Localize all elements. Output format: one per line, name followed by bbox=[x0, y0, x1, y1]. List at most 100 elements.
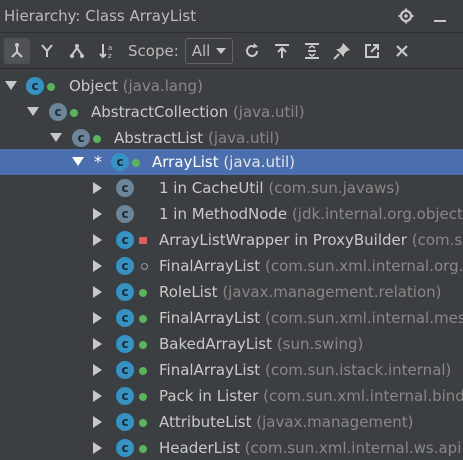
tree-row[interactable]: c RoleList (javax.management.relation) bbox=[0, 279, 463, 305]
package-name: (com.sun.javaws) bbox=[268, 179, 401, 197]
public-access-icon bbox=[139, 315, 147, 323]
close-icon[interactable] bbox=[393, 42, 411, 60]
class-name: FinalArrayList bbox=[159, 257, 261, 275]
collapse-arrow-icon[interactable] bbox=[93, 182, 102, 194]
sort-alpha-icon: az bbox=[99, 43, 112, 60]
public-access-icon bbox=[93, 135, 101, 143]
tree-row[interactable]: c FinalArrayList (com.sun.xml.internal.m… bbox=[0, 305, 463, 331]
class-icon: c bbox=[116, 283, 134, 301]
current-class-marker: * bbox=[94, 152, 102, 171]
package-name: (com.sun.xml.internal.org.jvn bbox=[264, 257, 463, 275]
package-name: (com.sun bbox=[411, 231, 463, 249]
tree-row[interactable]: c Pack in Lister (com.sun.xml.internal.b… bbox=[0, 383, 463, 409]
tree-row[interactable]: c HeaderList (com.sun.xml.internal.ws.ap… bbox=[0, 435, 463, 460]
class-icon: c bbox=[116, 387, 134, 405]
class-name: AbstractCollection bbox=[91, 103, 229, 121]
public-access-icon bbox=[139, 393, 147, 401]
tree-row[interactable]: c AbstractCollection (java.util) bbox=[0, 99, 463, 125]
class-icon: c bbox=[116, 309, 134, 327]
window-title: Hierarchy: Class ArrayList bbox=[4, 7, 197, 25]
class-name: FinalArrayList bbox=[159, 309, 261, 327]
collapse-arrow-icon[interactable] bbox=[93, 442, 102, 454]
class-icon: c bbox=[116, 361, 134, 379]
package-name: (com.sun.xml.internal.ws.api.m bbox=[244, 439, 463, 457]
public-access-icon bbox=[139, 445, 147, 453]
tree-row[interactable]: c 1 in CacheUtil (com.sun.javaws) bbox=[0, 175, 463, 201]
collapse-arrow-icon[interactable] bbox=[93, 234, 102, 246]
open-in-new-icon[interactable] bbox=[363, 42, 381, 60]
hierarchy-tree: c Object (java.lang) c AbstractCollectio… bbox=[0, 69, 463, 460]
package-name: (java.util) bbox=[223, 153, 296, 171]
refresh-icon[interactable] bbox=[243, 42, 261, 60]
expand-arrow-icon[interactable] bbox=[5, 81, 17, 90]
class-name: HeaderList bbox=[159, 439, 240, 457]
abstract-class-icon: c bbox=[72, 129, 90, 147]
class-name: Object bbox=[69, 77, 118, 95]
tree-row[interactable]: c AttributeList (javax.management) bbox=[0, 409, 463, 435]
class-icon: c bbox=[116, 231, 134, 249]
package-name: (com.sun.xml.internal.messa bbox=[264, 309, 463, 327]
class-name: FinalArrayList bbox=[159, 361, 261, 379]
class-icon: c bbox=[111, 153, 129, 171]
public-access-icon bbox=[70, 109, 78, 117]
package-name: (java.util) bbox=[207, 129, 280, 147]
gear-icon[interactable] bbox=[397, 7, 415, 25]
package-name: (jdk.internal.org.objectw bbox=[291, 205, 463, 223]
public-access-icon bbox=[139, 367, 147, 375]
scope-label: Scope: bbox=[128, 41, 179, 60]
class-name: 1 in CacheUtil bbox=[159, 179, 264, 197]
class-icon: c bbox=[116, 413, 134, 431]
collapse-arrow-icon[interactable] bbox=[93, 312, 102, 324]
export-icon[interactable] bbox=[273, 42, 291, 60]
supertypes-hierarchy-button[interactable] bbox=[34, 38, 60, 64]
minimize-icon[interactable] bbox=[431, 7, 449, 25]
anonymous-class-icon: c bbox=[116, 179, 134, 197]
class-hierarchy-button[interactable] bbox=[64, 38, 90, 64]
public-access-icon bbox=[139, 289, 147, 297]
sort-alphabetically-button[interactable]: az bbox=[94, 38, 120, 64]
package-name: (javax.management.relation) bbox=[222, 283, 442, 301]
tree-row[interactable]: c BakedArrayList (sun.swing) bbox=[0, 331, 463, 357]
hierarchy-tool-window: Hierarchy: Class ArrayList az Scope: All bbox=[0, 0, 463, 460]
collapse-arrow-icon[interactable] bbox=[93, 416, 102, 428]
package-name: (java.lang) bbox=[122, 77, 203, 95]
tree-row[interactable]: c FinalArrayList (com.sun.istack.interna… bbox=[0, 357, 463, 383]
package-name: (java.util) bbox=[232, 103, 305, 121]
scope-dropdown[interactable]: All bbox=[184, 37, 234, 64]
tree-row[interactable]: c FinalArrayList (com.sun.xml.internal.o… bbox=[0, 253, 463, 279]
class-name: BakedArrayList bbox=[159, 335, 273, 353]
collapse-arrow-icon[interactable] bbox=[93, 286, 102, 298]
class-icon: c bbox=[116, 257, 134, 275]
anonymous-class-icon: c bbox=[116, 205, 134, 223]
scope-value: All bbox=[191, 41, 211, 60]
package-name: (sun.swing) bbox=[276, 335, 364, 353]
expand-all-icon[interactable] bbox=[303, 42, 321, 60]
expand-arrow-icon[interactable] bbox=[27, 107, 39, 116]
tree-row[interactable]: c AbstractList (java.util) bbox=[0, 125, 463, 151]
package-access-icon bbox=[141, 263, 148, 270]
subtypes-hierarchy-button[interactable] bbox=[4, 37, 30, 64]
svg-text:a: a bbox=[108, 44, 112, 52]
tree-row-selected[interactable]: * c ArrayList (java.util) bbox=[0, 149, 463, 175]
class-hierarchy-icon bbox=[70, 43, 84, 58]
class-name: AttributeList bbox=[159, 413, 252, 431]
expand-arrow-icon[interactable] bbox=[72, 157, 84, 166]
public-access-icon bbox=[132, 159, 140, 167]
class-name: Pack in Lister bbox=[159, 387, 259, 405]
collapse-arrow-icon[interactable] bbox=[93, 364, 102, 376]
tree-row[interactable]: c 1 in MethodNode (jdk.internal.org.obje… bbox=[0, 201, 463, 227]
svg-text:z: z bbox=[108, 52, 112, 60]
collapse-arrow-icon[interactable] bbox=[93, 208, 102, 220]
tree-row[interactable]: c Object (java.lang) bbox=[0, 73, 463, 99]
class-name: RoleList bbox=[159, 283, 218, 301]
collapse-arrow-icon[interactable] bbox=[93, 338, 102, 350]
package-name: (com.sun.istack.internal) bbox=[264, 361, 452, 379]
collapse-arrow-icon[interactable] bbox=[93, 260, 102, 272]
abstract-class-icon: c bbox=[49, 103, 67, 121]
class-icon: c bbox=[116, 439, 134, 457]
tree-row[interactable]: c ArrayListWrapper in ProxyBuilder (com.… bbox=[0, 227, 463, 253]
expand-arrow-icon[interactable] bbox=[50, 133, 62, 142]
collapse-arrow-icon[interactable] bbox=[93, 390, 102, 402]
pin-icon[interactable] bbox=[333, 42, 351, 60]
class-icon: c bbox=[26, 77, 44, 95]
